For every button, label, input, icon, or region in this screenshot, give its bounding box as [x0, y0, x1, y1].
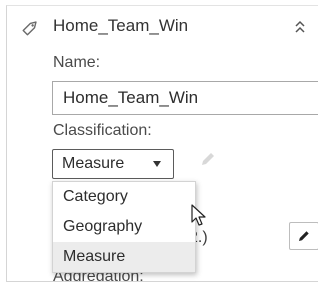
option-category[interactable]: Category [53, 182, 195, 212]
edit-button[interactable] [289, 222, 318, 250]
pencil-icon [202, 153, 214, 165]
name-label: Name: [53, 54, 101, 71]
caret-down-icon [153, 161, 161, 167]
tag-icon [22, 21, 37, 36]
pencil-icon [299, 231, 309, 241]
chevron-up-icon [295, 20, 305, 33]
name-input[interactable]: Home_Team_Win [52, 81, 318, 115]
classification-select-value: Measure [62, 155, 125, 172]
collapse-button[interactable] [290, 16, 310, 38]
classification-dropdown: Category Geography Measure [52, 181, 196, 273]
option-measure[interactable]: Measure [53, 242, 195, 272]
classification-label: Classification: [53, 122, 152, 139]
properties-panel: Home_Team_Win Name: Home_Team_Win Classi… [6, 5, 318, 282]
panel-title: Home_Team_Win [53, 16, 189, 35]
classification-select[interactable]: Measure [52, 149, 174, 179]
option-geography[interactable]: Geography [53, 212, 195, 242]
